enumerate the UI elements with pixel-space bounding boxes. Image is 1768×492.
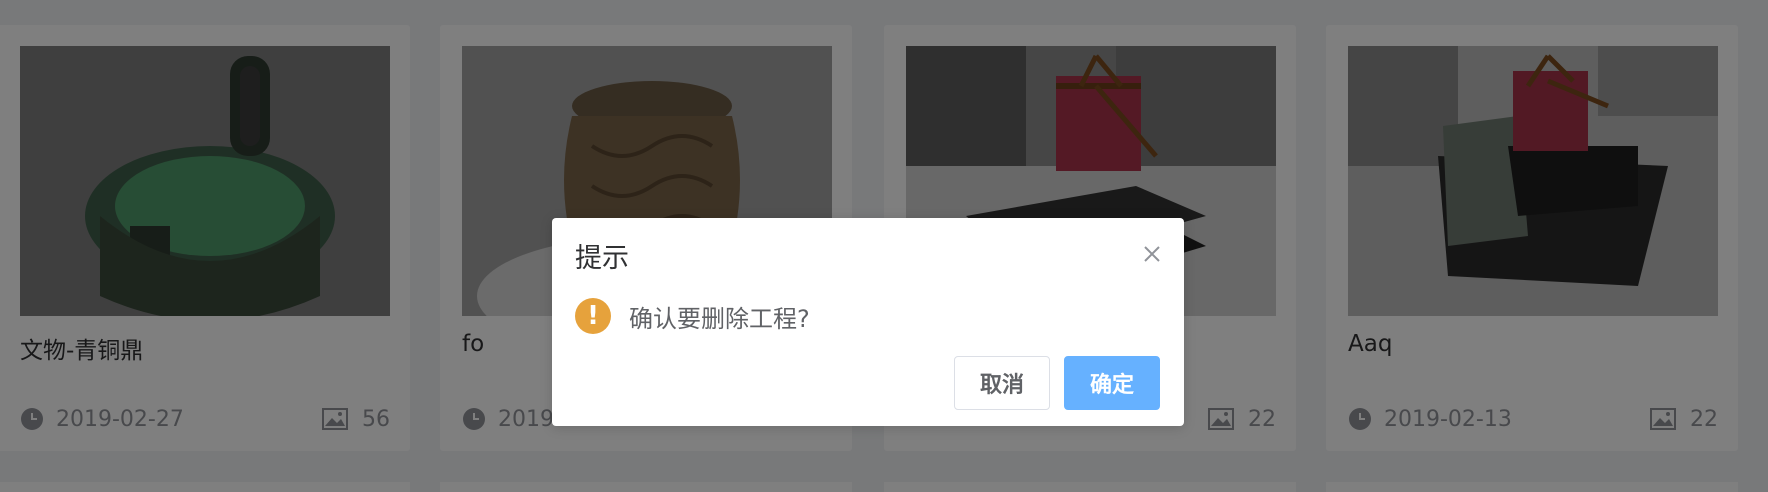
confirm-button[interactable]: 确定 — [1064, 356, 1160, 410]
dialog-body: ! 确认要删除工程? — [575, 298, 810, 334]
cancel-button[interactable]: 取消 — [954, 356, 1050, 410]
close-icon[interactable] — [1140, 242, 1164, 266]
confirm-dialog: 提示 ! 确认要删除工程? 取消 确定 — [552, 218, 1184, 426]
warning-icon: ! — [575, 298, 611, 334]
dialog-message: 确认要删除工程? — [629, 304, 810, 333]
dialog-title: 提示 — [575, 243, 629, 274]
project-grid-page: 文物-青铜鼎 2019-02-27 56 — [0, 0, 1768, 492]
